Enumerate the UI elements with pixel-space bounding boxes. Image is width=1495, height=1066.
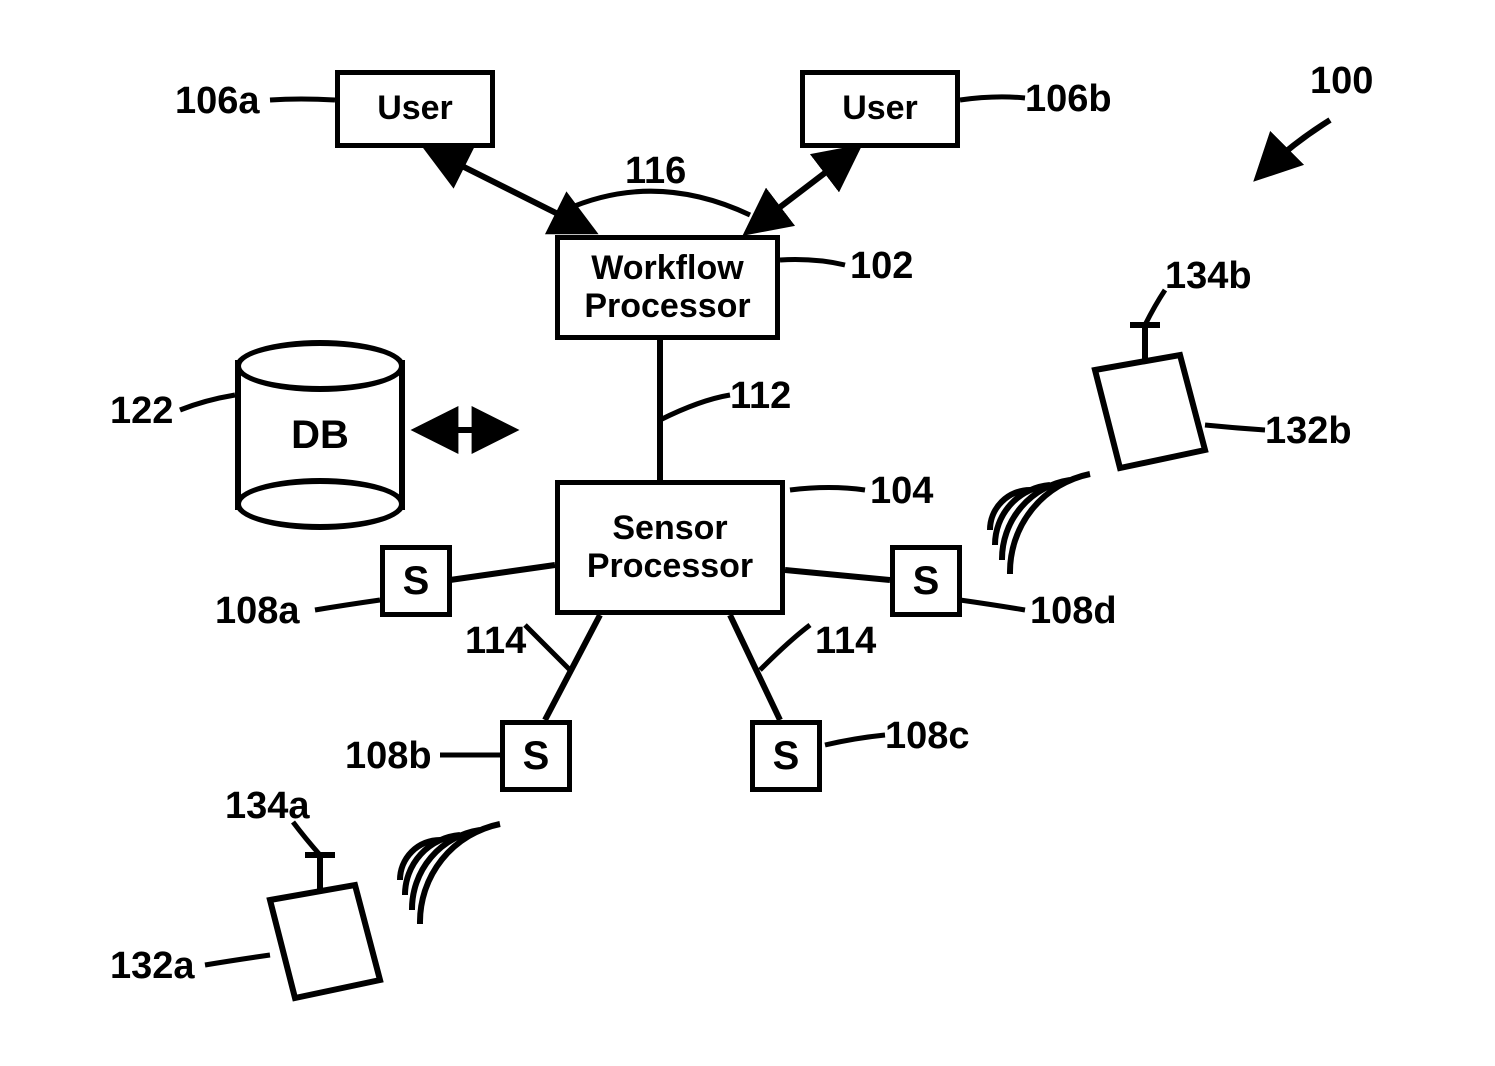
sensor-a-label: S xyxy=(403,559,430,604)
sensor-processor-box: Sensor Processor xyxy=(555,480,785,615)
ref-134a: 134a xyxy=(225,785,310,828)
ref-108a: 108a xyxy=(215,590,300,633)
ref-108b: 108b xyxy=(345,735,432,778)
rfid-tag-a xyxy=(205,822,500,998)
diagram-canvas: User User Workflow Processor Sensor Proc… xyxy=(0,0,1495,1066)
workflow-processor-box: Workflow Processor xyxy=(555,235,780,340)
sensor-b-label: S xyxy=(523,734,550,779)
ref-100: 100 xyxy=(1310,60,1373,103)
user-b-box: User xyxy=(800,70,960,148)
user-a-label: User xyxy=(377,90,453,127)
ref-104: 104 xyxy=(870,470,933,513)
ref-102: 102 xyxy=(850,245,913,288)
sensor-d-box: S xyxy=(890,545,962,617)
user-b-label: User xyxy=(842,90,918,127)
ref-106b: 106b xyxy=(1025,78,1112,121)
sensor-b-box: S xyxy=(500,720,572,792)
ref-122: 122 xyxy=(110,390,173,433)
ref-116: 116 xyxy=(625,150,686,193)
workflow-processor-label: Workflow Processor xyxy=(584,250,750,325)
db-cylinder: DB xyxy=(235,340,405,530)
sensor-d-label: S xyxy=(913,559,940,604)
sensor-c-box: S xyxy=(750,720,822,792)
ref-112: 112 xyxy=(730,375,791,418)
sensor-c-label: S xyxy=(773,734,800,779)
sensor-processor-label: Sensor Processor xyxy=(587,510,753,585)
rfid-tag-b xyxy=(990,290,1265,574)
ref-132b: 132b xyxy=(1265,410,1352,453)
sensor-a-box: S xyxy=(380,545,452,617)
ref-106a: 106a xyxy=(175,80,260,123)
ref-108c: 108c xyxy=(885,715,970,758)
ref-114-left: 114 xyxy=(465,620,526,663)
ref-132a: 132a xyxy=(110,945,195,988)
ref-114-right: 114 xyxy=(815,620,876,663)
ref-108d: 108d xyxy=(1030,590,1117,633)
user-a-box: User xyxy=(335,70,495,148)
ref-134b: 134b xyxy=(1165,255,1252,298)
db-label: DB xyxy=(235,340,405,530)
